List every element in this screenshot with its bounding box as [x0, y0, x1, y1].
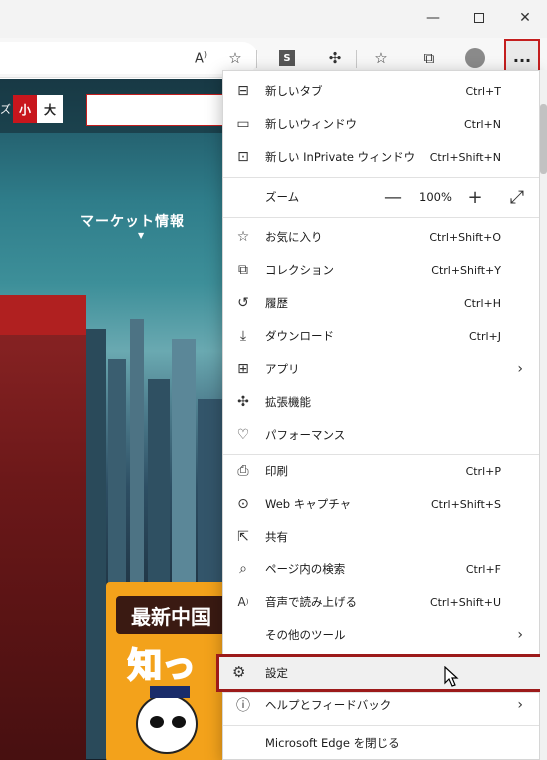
menu-item-new-window[interactable]: ▭ 新しいウィンドウ Ctrl+N [223, 108, 539, 140]
menu-item-new-inprivate[interactable]: ⊡ 新しい InPrivate ウィンドウ Ctrl+Shift+N [223, 141, 539, 173]
menu-item-new-tab[interactable]: ⊟ 新しいタブ Ctrl+T [223, 75, 539, 107]
add-favorite-button[interactable]: ☆ [220, 44, 250, 72]
menu-item-settings[interactable]: ⚙ 設定 [216, 654, 543, 692]
help-icon: ⓘ [236, 698, 250, 714]
fontsize-label: ズ [0, 103, 11, 116]
close-icon: ✕ [519, 10, 531, 26]
share-icon: ⇱ [237, 529, 249, 545]
more-icon: ... [512, 46, 532, 66]
fontsize-small-button[interactable]: 小 [13, 95, 37, 123]
collections-button[interactable]: ⧉ [414, 44, 444, 72]
zoom-out-button[interactable]: — [381, 181, 405, 213]
fontsize-large-button[interactable]: 大 [37, 95, 63, 123]
maximize-icon [474, 13, 484, 23]
read-aloud-button[interactable]: A) [186, 44, 216, 72]
zoom-in-button[interactable]: + [463, 181, 487, 213]
new-window-icon: ▭ [236, 116, 250, 132]
apps-icon: ⊞ [237, 361, 249, 377]
web-capture-icon: ⊙ [237, 496, 249, 512]
menu-item-read-aloud[interactable]: A) 音声で読み上げる Ctrl+Shift+U [223, 586, 539, 618]
menu-item-web-capture[interactable]: ⊙ Web キャプチャ Ctrl+Shift+S [223, 488, 539, 520]
puzzle-icon: ✣ [328, 49, 342, 67]
print-icon: ⎙ [237, 463, 249, 479]
market-info-link[interactable]: マーケット情報 [80, 211, 185, 231]
menu-item-apps[interactable]: ⊞ アプリ › [223, 353, 539, 385]
profile-button[interactable] [460, 44, 490, 72]
menu-item-collections[interactable]: ⧉ コレクション Ctrl+Shift+Y [223, 254, 539, 286]
settings-icon: ⚙ [232, 663, 246, 681]
avatar [465, 48, 485, 68]
inprivate-icon: ⊡ [237, 149, 249, 165]
extensions-icon: ✣ [237, 394, 249, 410]
menu-item-downloads[interactable]: ⤓ ダウンロード Ctrl+J [223, 320, 539, 352]
title-bar: — ✕ [0, 0, 547, 38]
minimize-icon: — [426, 10, 440, 26]
menu-item-close-edge[interactable]: Microsoft Edge を閉じる [223, 727, 539, 759]
site-search-input[interactable] [86, 94, 236, 126]
maximize-button[interactable] [456, 0, 502, 36]
settings-and-more-button[interactable]: ... [504, 39, 540, 73]
menu-item-more-tools[interactable]: その他のツール › [223, 619, 539, 651]
chevron-right-icon: › [517, 627, 523, 643]
history-icon: ↺ [237, 295, 249, 311]
collections-icon: ⧉ [423, 49, 435, 67]
add-favorite-icon: ☆ [228, 49, 242, 67]
menu-item-zoom: ズーム — 100% + ⤢ [223, 181, 539, 213]
panda-mascot-image [136, 686, 198, 754]
menu-item-performance[interactable]: ♡ パフォーマンス [223, 419, 539, 451]
extension-s-icon: S [279, 50, 295, 66]
mouse-cursor-icon [444, 666, 459, 687]
banner-subtitle: 知っ [127, 645, 197, 687]
new-tab-icon: ⊟ [237, 83, 249, 99]
menu-item-share[interactable]: ⇱ 共有 [223, 521, 539, 553]
menu-item-help-feedback[interactable]: ⓘ ヘルプとフィードバック › [223, 689, 539, 721]
page-red-panel [0, 295, 86, 760]
zoom-level: 100% [419, 190, 452, 204]
menu-item-favorites[interactable]: ☆ お気に入り Ctrl+Shift+O [223, 221, 539, 253]
menu-item-history[interactable]: ↺ 履歴 Ctrl+H [223, 287, 539, 319]
fullscreen-button[interactable]: ⤢ [505, 181, 529, 213]
find-icon: ⌕ [239, 561, 247, 577]
chevron-right-icon: › [517, 361, 523, 377]
banner-title: 最新中国 [116, 596, 226, 634]
extension-s-button[interactable]: S [272, 44, 302, 72]
menu-item-print[interactable]: ⎙ 印刷 Ctrl+P [223, 455, 539, 487]
read-aloud-icon: A) [194, 49, 208, 67]
menu-item-extensions[interactable]: ✣ 拡張機能 [223, 386, 539, 418]
performance-icon: ♡ [236, 427, 250, 443]
close-window-button[interactable]: ✕ [502, 0, 547, 36]
minimize-button[interactable]: — [410, 0, 456, 36]
collections-icon: ⧉ [238, 262, 248, 278]
extensions-button[interactable]: ✣ [320, 44, 350, 72]
chevron-down-icon: ▼ [138, 231, 145, 240]
settings-label: 設定 [265, 666, 288, 680]
scrollbar-thumb[interactable] [540, 104, 547, 174]
menu-item-find[interactable]: ⌕ ページ内の検索 Ctrl+F [223, 553, 539, 585]
download-icon: ⤓ [239, 328, 247, 344]
page-red-strip [0, 295, 86, 335]
favorites-button[interactable]: ☆ [366, 44, 396, 72]
favorites-icon: ☆ [374, 49, 388, 67]
promo-banner[interactable]: 最新中国 知っ [106, 582, 226, 760]
favorites-icon: ☆ [236, 229, 250, 245]
read-aloud-icon: A) [237, 595, 249, 609]
chevron-right-icon: › [517, 697, 523, 713]
fullscreen-icon: ⤢ [509, 186, 525, 208]
